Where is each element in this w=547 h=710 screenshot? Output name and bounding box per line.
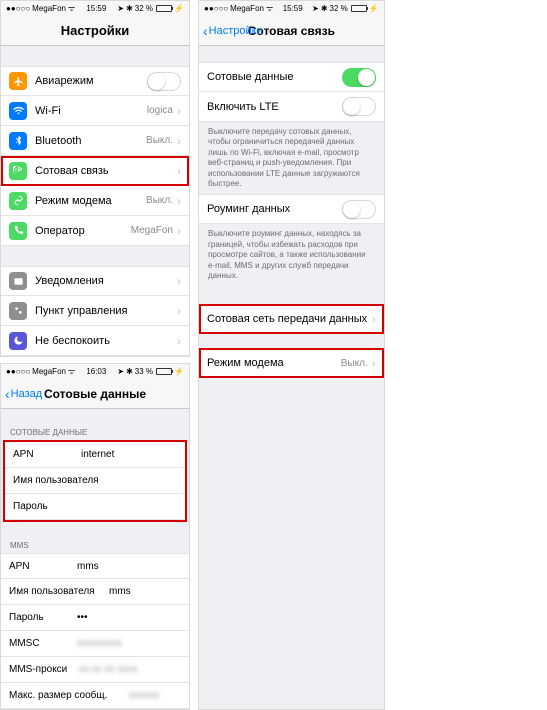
plane-icon <box>9 72 27 90</box>
row-airplane[interactable]: Авиарежим <box>1 66 189 96</box>
nav-bar: Настройки <box>1 16 189 46</box>
cellular-data-group: APNinternet Имя пользователя Пароль <box>3 440 187 522</box>
status-bar: ●●○○○MegaFonᯤ 15:59 ➤✱32 %⚡ <box>1 1 189 16</box>
row-notifications[interactable]: Уведомления› <box>1 266 189 296</box>
field-mmsc[interactable]: MMSCxxxxxxxxx <box>1 631 189 657</box>
field-mms-apn[interactable]: APNmms <box>1 553 189 579</box>
row-lte[interactable]: Включить LTE <box>199 92 384 122</box>
field-mms-password[interactable]: Пароль••• <box>1 605 189 631</box>
field-apn[interactable]: APNinternet <box>5 442 185 468</box>
status-time: 15:59 <box>86 4 106 13</box>
row-wifi[interactable]: Wi-Filogica› <box>1 96 189 126</box>
nav-bar: ‹Назад Сотовые данные <box>1 379 189 409</box>
row-cellular-data[interactable]: Сотовые данные <box>199 62 384 92</box>
row-carrier[interactable]: ОператорMegaFon› <box>1 216 189 246</box>
chevron-right-icon: › <box>177 104 181 118</box>
description-text: Выключите передачу сотовых данных, чтобы… <box>199 122 384 194</box>
row-control-center[interactable]: Пункт управления› <box>1 296 189 326</box>
screen-cellular: ●●○○○MegaFonᯤ 15:59 ➤✱32 %⚡ ‹Настройки С… <box>198 0 385 710</box>
link-icon <box>9 192 27 210</box>
row-bluetooth[interactable]: BluetoothВыкл.› <box>1 126 189 156</box>
cellular-data-toggle[interactable] <box>342 68 376 87</box>
antenna-icon <box>9 162 27 180</box>
empty-panel <box>393 0 547 710</box>
description-text: Выключите роуминг данных, находясь за гр… <box>199 224 384 286</box>
row-cellular-network[interactable]: Сотовая сеть передачи данных› <box>199 304 384 334</box>
back-button[interactable]: ‹Настройки <box>203 24 263 38</box>
chevron-left-icon: ‹ <box>5 387 10 401</box>
control-center-icon <box>9 302 27 320</box>
row-cellular[interactable]: Сотовая связь› <box>1 156 189 186</box>
moon-icon <box>9 332 27 350</box>
field-mms-username[interactable]: Имя пользователяmms <box>1 579 189 605</box>
roaming-toggle[interactable] <box>342 200 376 219</box>
lte-toggle[interactable] <box>342 97 376 116</box>
section-header: MMS <box>1 536 189 553</box>
row-roaming[interactable]: Роуминг данных <box>199 194 384 224</box>
airplane-toggle[interactable] <box>147 72 181 91</box>
phone-icon <box>9 222 27 240</box>
back-button[interactable]: ‹Назад <box>5 387 42 401</box>
section-header: СОТОВЫЕ ДАННЫЕ <box>1 423 189 440</box>
wifi-icon <box>9 102 27 120</box>
page-title: Сотовые данные <box>44 387 146 401</box>
bluetooth-icon <box>9 132 27 150</box>
notification-icon <box>9 272 27 290</box>
nav-bar: ‹Настройки Сотовая связь <box>199 16 384 46</box>
row-dnd[interactable]: Не беспокоить› <box>1 326 189 356</box>
wifi-icon: ᯤ <box>68 3 75 14</box>
page-title: Настройки <box>61 23 130 38</box>
row-hotspot[interactable]: Режим модемаВыкл.› <box>199 348 384 378</box>
field-username[interactable]: Имя пользователя <box>5 468 185 494</box>
status-bar: ●●○○○MegaFonᯤ 15:59 ➤✱32 %⚡ <box>199 1 384 16</box>
field-mms-max[interactable]: Макс. размер сообщ.xxxxxx <box>1 683 189 709</box>
row-hotspot[interactable]: Режим модемаВыкл.› <box>1 186 189 216</box>
screen-settings: ●●○○○MegaFonᯤ 15:59 ➤✱32 %⚡ Настройки Ав… <box>0 0 190 357</box>
field-password[interactable]: Пароль <box>5 494 185 520</box>
screen-cellular-data: ●●○○○MegaFonᯤ 16:03 ➤✱33 %⚡ ‹Назад Сотов… <box>0 363 190 710</box>
status-bar: ●●○○○MegaFonᯤ 16:03 ➤✱33 %⚡ <box>1 364 189 379</box>
